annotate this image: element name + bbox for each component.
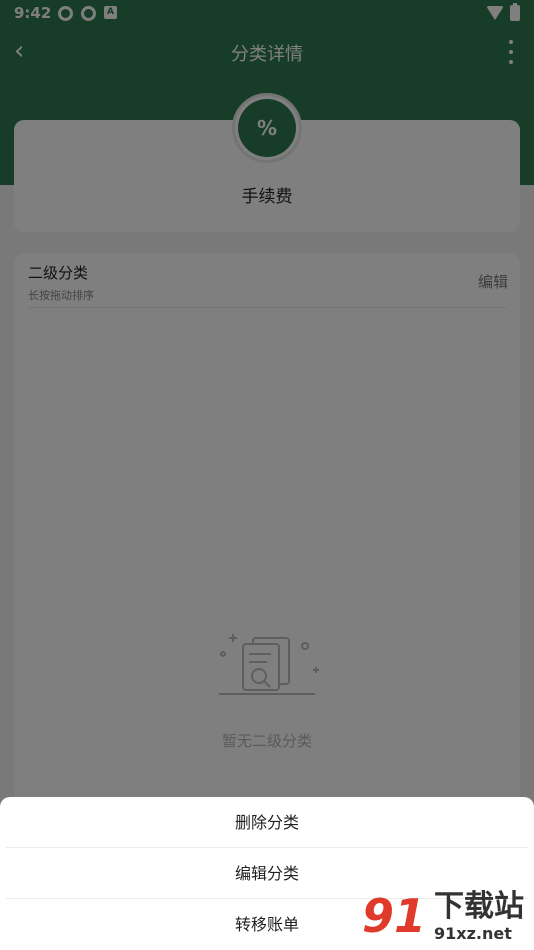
delete-category-button[interactable]: 删除分类	[0, 797, 534, 848]
watermark-url: 91xz.net	[434, 924, 512, 943]
watermark-logo: 91 下载站 91xz.net	[362, 888, 534, 950]
watermark-title: 下载站	[434, 889, 524, 924]
watermark-91-logo: 91	[362, 889, 427, 943]
